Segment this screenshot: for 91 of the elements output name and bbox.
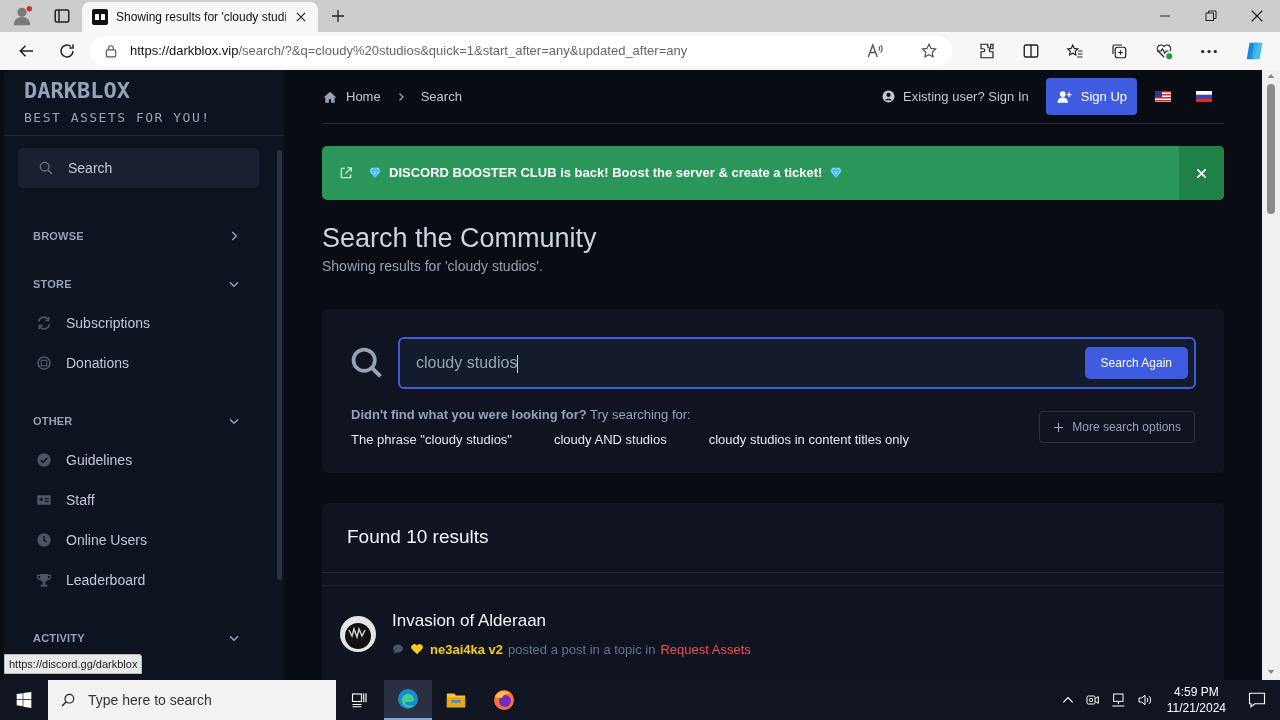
favorite-star-icon <box>920 42 938 60</box>
item-icon <box>36 355 52 371</box>
close-icon <box>294 10 308 24</box>
item-icon <box>36 532 52 548</box>
scrollbar-thumb[interactable] <box>276 150 282 580</box>
close-icon <box>1250 9 1264 23</box>
home-icon <box>322 89 338 104</box>
close-icon <box>1196 167 1207 179</box>
refresh-icon <box>58 42 76 60</box>
section-header[interactable]: OTHER <box>18 411 259 431</box>
heart-icon <box>409 642 425 657</box>
lock-icon <box>104 44 118 58</box>
search-suggestion-link[interactable]: cloudy studios in content titles only <box>708 429 909 449</box>
search-input[interactable]: cloudy studios Search Again <box>398 337 1196 389</box>
new-tab-icon <box>330 8 346 24</box>
url-text: https://darkblox.vip/search/?&q=cloudy%20studios&quick=1&start_after=any&updated_after=any <box>130 42 689 61</box>
diamond-icon <box>367 166 383 180</box>
announcement-text[interactable]: DISCORD BOOSTER CLUB is back! Boost the server & create a ticket! <box>389 163 823 183</box>
item-icon <box>36 315 52 331</box>
speaker-icon <box>1136 692 1153 708</box>
russia-flag-icon[interactable] <box>1196 91 1212 102</box>
comment-icon <box>392 643 404 656</box>
network-icon <box>1110 692 1127 708</box>
edge-browser-icon <box>396 687 420 711</box>
favorites-list-icon <box>1066 42 1084 60</box>
sidebar-item[interactable]: Online Users <box>18 520 259 560</box>
section-header[interactable]: BROWSE <box>18 226 259 246</box>
address-bar[interactable]: https://darkblox.vip/search/?&q=cloudy%20studios&quick=1&start_after=any&updated_after=any <box>90 36 952 66</box>
read-aloud-icon <box>866 42 884 60</box>
scrollbar-thumb[interactable] <box>1267 84 1275 214</box>
restore-icon <box>1205 10 1217 22</box>
sidebar-search-field[interactable]: Search <box>18 148 259 188</box>
tab-title: Showing results for 'cloudy studi <box>116 9 286 26</box>
user-circle-icon <box>882 90 895 103</box>
firefox-icon <box>492 688 516 712</box>
sidebar-item[interactable]: Donations <box>18 343 259 383</box>
sidebar-item[interactable]: Leaderboard <box>18 560 259 600</box>
notifications-icon <box>1248 691 1266 709</box>
breadcrumb-current: Search <box>420 87 462 106</box>
task-view-icon <box>351 691 369 709</box>
page-subtitle: Showing results for 'cloudy studios'. <box>322 257 543 276</box>
more-icon <box>1200 48 1218 54</box>
user-avatar[interactable] <box>340 615 376 652</box>
split-screen-icon <box>1022 42 1040 60</box>
sidebar-item[interactable]: Staff <box>18 480 259 520</box>
item-icon <box>36 572 52 588</box>
clock-date: 11/21/2024 <box>1166 700 1226 716</box>
plus-icon <box>1053 421 1065 433</box>
site-logo[interactable]: DARKBLOX <box>24 78 130 104</box>
collections-icon <box>1110 42 1128 60</box>
more-options-button[interactable]: More search options <box>1039 411 1195 443</box>
windows-start-icon <box>16 692 32 708</box>
item-icon <box>36 452 52 468</box>
tab-actions-icon <box>53 7 71 25</box>
taskbar-search-field[interactable]: Type here to search <box>48 680 336 720</box>
sign-up-button[interactable]: Sign Up <box>1045 78 1137 115</box>
search-suggestion-link[interactable]: The phrase "cloudy studios" <box>351 429 512 449</box>
camera-icon <box>1084 692 1101 708</box>
user-plus-icon <box>1055 89 1073 104</box>
section-header[interactable]: ACTIVITY <box>18 628 259 648</box>
us-flag-icon[interactable] <box>1155 91 1171 102</box>
sidebar-item[interactable]: Guidelines <box>18 440 259 480</box>
health-icon <box>1154 42 1174 60</box>
section-header[interactable]: STORE <box>18 274 259 294</box>
extensions-icon <box>978 42 996 60</box>
item-icon <box>36 492 52 508</box>
external-link-icon <box>339 166 353 180</box>
results-count: Found 10 results <box>347 525 489 550</box>
sign-in-link[interactable]: Existing user? Sign In <box>903 86 1029 107</box>
search-icon <box>38 160 54 176</box>
profile-icon <box>11 5 33 27</box>
search-suggestion-link[interactable]: cloudy AND studios <box>554 429 667 449</box>
search-icon <box>60 692 76 708</box>
site-favicon <box>92 9 108 25</box>
link-status-tooltip: https://discord.gg/darkblox <box>4 653 143 674</box>
forum-link[interactable]: Request Assets <box>660 639 751 659</box>
site-tagline: BEST ASSETS FOR YOU! <box>24 109 211 127</box>
clock-time: 4:59 PM <box>1174 684 1219 700</box>
search-icon <box>350 346 384 380</box>
scroll-down-icon <box>1267 668 1275 676</box>
sidebar-item[interactable]: Subscriptions <box>18 303 259 343</box>
diamond-icon <box>828 166 845 180</box>
username-link[interactable]: ne3ai4ka v2 <box>430 639 503 659</box>
breadcrumb-link[interactable]: Home <box>346 86 381 107</box>
search-again-button[interactable]: Search Again <box>1084 347 1188 379</box>
scroll-up-icon <box>1267 72 1275 80</box>
result-title[interactable]: Invasion of Alderaan <box>392 608 751 634</box>
search-hint: Didn't find what you were looking for? Try searching for: <box>351 406 691 424</box>
activity-text: posted a post in a topic in <box>508 640 656 659</box>
page-title: Search the Community <box>322 222 597 255</box>
browser-tab[interactable]: Showing results for 'cloudy studi <box>82 2 318 32</box>
